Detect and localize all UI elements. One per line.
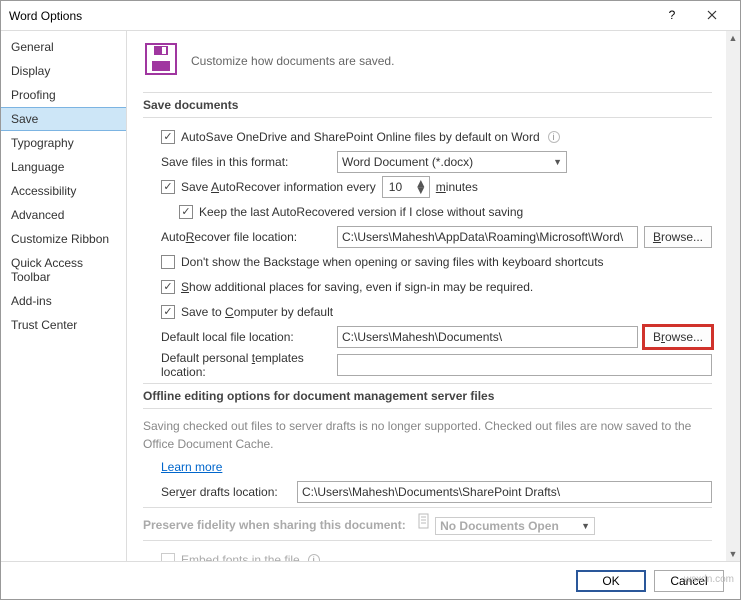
window-title: Word Options bbox=[9, 9, 82, 23]
autorecover-checkbox[interactable] bbox=[161, 180, 175, 194]
file-format-select[interactable]: Word Document (*.docx) ▼ bbox=[337, 151, 567, 173]
nav-trust-center[interactable]: Trust Center bbox=[1, 313, 126, 337]
titlebar: Word Options ? bbox=[1, 1, 740, 31]
ar-location-label: AutoRecover file location: bbox=[161, 230, 331, 244]
embed-fonts-label: Embed fonts in the file bbox=[181, 553, 300, 561]
nav-qat[interactable]: Quick Access Toolbar bbox=[1, 251, 126, 289]
default-templates-input[interactable] bbox=[337, 354, 712, 376]
keep-last-label: Keep the last AutoRecovered version if I… bbox=[199, 205, 523, 219]
save-icon bbox=[143, 41, 179, 80]
minutes-label: minutes bbox=[436, 180, 478, 194]
show-additional-label: Show additional places for saving, even … bbox=[181, 280, 533, 294]
default-local-browse-button[interactable]: Browse... bbox=[644, 326, 712, 348]
ar-location-input[interactable]: C:\Users\Mahesh\AppData\Roaming\Microsof… bbox=[337, 226, 638, 248]
dialog-footer: OK Cancel bbox=[1, 561, 740, 599]
scroll-down-icon[interactable]: ▼ bbox=[726, 547, 740, 561]
default-local-label: Default local file location: bbox=[161, 330, 331, 344]
section-fidelity: Preserve fidelity when sharing this docu… bbox=[143, 507, 712, 541]
nav-addins[interactable]: Add-ins bbox=[1, 289, 126, 313]
offline-body: Saving checked out files to server draft… bbox=[143, 417, 712, 453]
info-icon: i bbox=[308, 554, 320, 561]
learn-more-link[interactable]: Learn more bbox=[161, 460, 222, 474]
nav-sidebar: General Display Proofing Save Typography… bbox=[1, 31, 127, 561]
autorecover-label: Save AutoRecover information every bbox=[181, 180, 376, 194]
nav-proofing[interactable]: Proofing bbox=[1, 83, 126, 107]
autosave-checkbox[interactable] bbox=[161, 130, 175, 144]
chevron-down-icon: ▼ bbox=[553, 157, 562, 167]
default-local-input[interactable]: C:\Users\Mahesh\Documents\ bbox=[337, 326, 638, 348]
vertical-scrollbar[interactable]: ▲ ▼ bbox=[726, 31, 740, 561]
help-button[interactable]: ? bbox=[652, 1, 692, 29]
cancel-button[interactable]: Cancel bbox=[654, 570, 724, 592]
ar-browse-button[interactable]: Browse... bbox=[644, 226, 712, 248]
content-pane: Customize how documents are saved. Save … bbox=[127, 31, 726, 561]
keep-last-checkbox[interactable] bbox=[179, 205, 193, 219]
nav-typography[interactable]: Typography bbox=[1, 131, 126, 155]
default-templates-label: Default personal templates location: bbox=[161, 351, 331, 379]
nav-display[interactable]: Display bbox=[1, 59, 126, 83]
nav-advanced[interactable]: Advanced bbox=[1, 203, 126, 227]
nav-customize-ribbon[interactable]: Customize Ribbon bbox=[1, 227, 126, 251]
save-to-computer-checkbox[interactable] bbox=[161, 305, 175, 319]
dont-show-backstage-label: Don't show the Backstage when opening or… bbox=[181, 255, 604, 269]
autosave-label: AutoSave OneDrive and SharePoint Online … bbox=[181, 130, 540, 144]
show-additional-checkbox[interactable] bbox=[161, 280, 175, 294]
drafts-input[interactable]: C:\Users\Mahesh\Documents\SharePoint Dra… bbox=[297, 481, 712, 503]
nav-general[interactable]: General bbox=[1, 35, 126, 59]
section-offline: Offline editing options for document man… bbox=[143, 383, 712, 409]
embed-fonts-checkbox bbox=[161, 553, 175, 561]
autorecover-minutes-spinner[interactable]: 10 ▲▼ bbox=[382, 176, 430, 198]
ok-button[interactable]: OK bbox=[576, 570, 646, 592]
drafts-label: Server drafts location: bbox=[161, 485, 291, 499]
close-button[interactable] bbox=[692, 1, 732, 29]
close-icon bbox=[707, 10, 717, 20]
nav-accessibility[interactable]: Accessibility bbox=[1, 179, 126, 203]
chevron-down-icon: ▼ bbox=[581, 521, 590, 531]
dont-show-backstage-checkbox[interactable] bbox=[161, 255, 175, 269]
format-label: Save files in this format: bbox=[161, 155, 331, 169]
nav-save[interactable]: Save bbox=[1, 107, 126, 131]
fidelity-doc-select: No Documents Open ▼ bbox=[435, 517, 595, 535]
scroll-up-icon[interactable]: ▲ bbox=[726, 31, 740, 45]
header-text: Customize how documents are saved. bbox=[191, 54, 394, 68]
nav-language[interactable]: Language bbox=[1, 155, 126, 179]
document-icon bbox=[416, 513, 432, 529]
scroll-thumb[interactable] bbox=[727, 45, 739, 547]
section-save-documents: Save documents bbox=[143, 92, 712, 118]
info-icon[interactable]: i bbox=[548, 131, 560, 143]
save-to-computer-label: Save to Computer by default bbox=[181, 305, 333, 319]
